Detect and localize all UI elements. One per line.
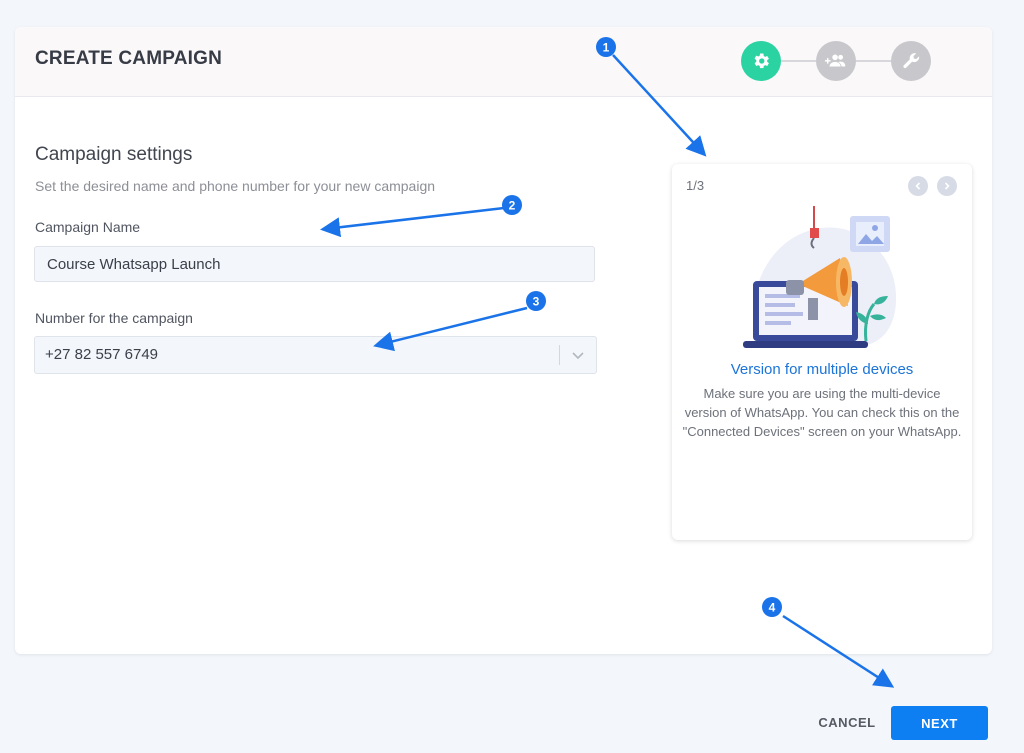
add-group-icon — [824, 54, 846, 67]
megaphone-laptop-illustration — [743, 206, 897, 348]
next-button[interactable]: NEXT — [891, 706, 988, 740]
cancel-button[interactable]: CANCEL — [804, 706, 890, 738]
carousel-prev-button[interactable] — [908, 176, 928, 196]
slide-counter: 1/3 — [686, 178, 705, 193]
step-connector — [856, 60, 891, 62]
section-title: Campaign settings — [35, 144, 193, 165]
campaign-name-label: Campaign Name — [35, 219, 141, 235]
info-carousel: 1/3 Version for multiple devices Make su… — [672, 164, 972, 540]
chevron-left-icon — [915, 182, 921, 190]
step-connector — [781, 60, 816, 62]
card-header: CREATE CAMPAIGN — [15, 27, 992, 97]
campaign-card: CREATE CAMPAIGN Campaign settings Set th… — [15, 27, 992, 654]
step-settings[interactable] — [741, 41, 781, 81]
gear-icon — [754, 53, 769, 69]
stepper — [741, 41, 931, 81]
section-subtitle: Set the desired name and phone number fo… — [35, 178, 436, 194]
campaign-name-input[interactable] — [34, 246, 595, 282]
info-body: Make sure you are using the multi-device… — [682, 386, 962, 439]
select-separator — [559, 345, 560, 365]
chevron-down-icon[interactable] — [569, 346, 587, 364]
page-title: CREATE CAMPAIGN — [35, 48, 223, 69]
campaign-number-label: Number for the campaign — [35, 310, 193, 326]
selected-number: +27 82 557 6749 — [45, 346, 159, 363]
info-heading: Version for multiple devices — [730, 361, 914, 378]
carousel-next-button[interactable] — [937, 176, 957, 196]
step-contacts[interactable] — [816, 41, 856, 81]
chevron-right-icon — [944, 182, 950, 190]
wrench-icon — [903, 53, 920, 69]
step-tools[interactable] — [891, 41, 931, 81]
campaign-number-select[interactable]: +27 82 557 6749 — [34, 336, 597, 374]
